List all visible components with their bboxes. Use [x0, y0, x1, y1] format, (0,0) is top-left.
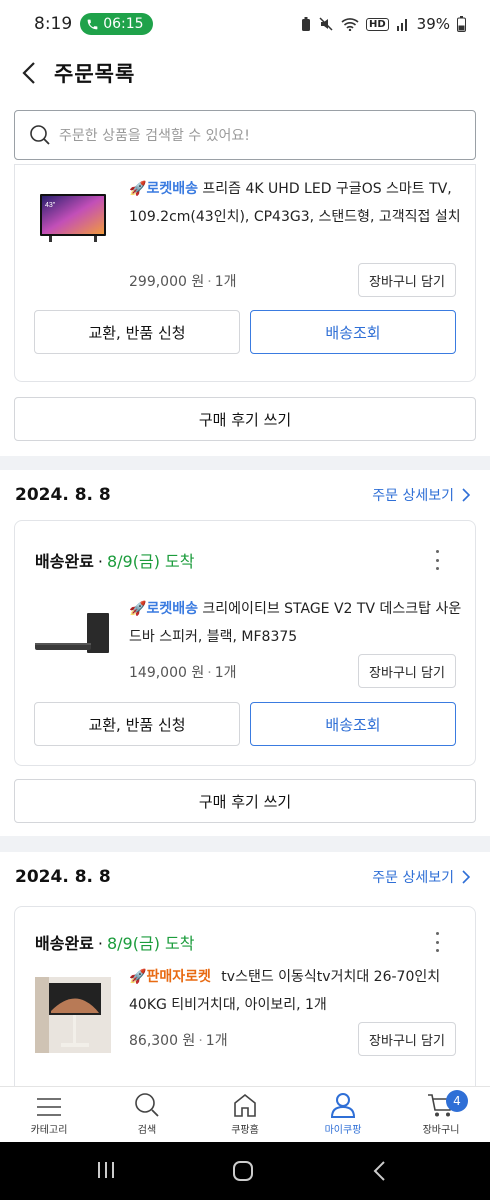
nav-label: 마이쿠팡 [324, 1125, 362, 1136]
back-arrow-icon[interactable] [16, 58, 44, 88]
delivery-status: 배송완료 · 8/9(금) 도착 [35, 934, 195, 953]
chevron-right-icon [462, 488, 470, 502]
write-review-button[interactable]: 구매 후기 쓰기 [14, 779, 476, 823]
order-detail-label: 주문 상세보기 [372, 870, 454, 886]
status-label: 배송완료 [35, 552, 94, 571]
seller-rocket-badge: 판매자로켓 [146, 969, 211, 985]
rocket-delivery-badge: 로켓배송 [146, 601, 198, 617]
exchange-return-button[interactable]: 교환, 반품 신청 [34, 310, 240, 354]
rocket-delivery-badge: 로켓배송 [146, 181, 198, 197]
rocket-icon: 🚀 [129, 969, 147, 985]
search-icon [135, 1093, 159, 1117]
search-section: 주문한 상품을 검색할 수 있어요! [0, 98, 490, 174]
product-price: 86,300 원 [129, 1033, 196, 1049]
order-search-input[interactable]: 주문한 상품을 검색할 수 있어요! [14, 110, 476, 160]
delivery-status: 배송완료 · 8/9(금) 도착 [35, 552, 195, 571]
write-review-button[interactable]: 구매 후기 쓰기 [14, 397, 476, 441]
home-icon [234, 1093, 256, 1117]
recent-apps-icon[interactable] [96, 1161, 116, 1179]
order-date: 2024. 8. 8 [15, 867, 111, 887]
battery-percent: 39% [416, 15, 450, 33]
order-group-partial: 43" 🚀로켓배송 프리즘 4K UHD LED 구글OS 스마트 TV, 10… [0, 164, 490, 456]
search-placeholder: 주문한 상품을 검색할 수 있어요! [59, 128, 250, 144]
bottom-nav: 카테고리 검색 쿠팡홈 마이쿠팡 장바구니 4 [0, 1086, 490, 1142]
order-date: 2024. 8. 8 [15, 485, 111, 505]
rocket-icon: 🚀 [129, 601, 147, 617]
battery-saver-icon [301, 16, 310, 31]
nav-label: 장바구니 [422, 1125, 460, 1136]
order-group: 2024. 8. 8 주문 상세보기 배송완료 · 8/9(금) 도착 🚀판매자로켓… [0, 852, 490, 1086]
track-delivery-button[interactable]: 배송조회 [250, 702, 456, 746]
add-to-cart-button[interactable]: 장바구니 담기 [358, 263, 456, 297]
track-delivery-button[interactable]: 배송조회 [250, 310, 456, 354]
order-detail-link[interactable]: 주문 상세보기 [372, 867, 470, 887]
cart-count-badge: 4 [446, 1090, 468, 1112]
phone-icon [87, 19, 98, 29]
call-indicator[interactable]: 06:15 [80, 13, 153, 35]
price-line: 149,000 원 · 1개 [129, 665, 237, 681]
chevron-right-icon [462, 870, 470, 884]
signal-icon [396, 19, 407, 31]
menu-icon [37, 1098, 61, 1116]
user-icon [330, 1093, 356, 1118]
system-nav-bar [0, 1142, 490, 1200]
arrival-date: 8/9(금) 도착 [106, 552, 195, 571]
product-thumbnail-tv[interactable]: 43" [39, 193, 107, 243]
price-line: 299,000 원 · 1개 [129, 274, 237, 290]
order-card: 배송완료 · 8/9(금) 도착 🚀판매자로켓 tv스탠드 이동식tv거치대 26-… [14, 906, 476, 1086]
product-qty: 1개 [214, 665, 237, 681]
status-label: 배송완료 [35, 934, 94, 953]
product-name[interactable]: 🚀판매자로켓 tv스탠드 이동식tv거치대 26-70인치 40KG 티비거치대… [129, 963, 465, 1019]
nav-label: 검색 [137, 1125, 157, 1136]
nav-label: 카테고리 [30, 1125, 68, 1136]
back-button-icon[interactable] [372, 1160, 386, 1182]
order-group: 2024. 8. 8 주문 상세보기 배송완료 · 8/9(금) 도착 🚀로켓배송 … [0, 470, 490, 836]
product-price: 299,000 원 [129, 274, 205, 290]
order-detail-link[interactable]: 주문 상세보기 [372, 485, 470, 505]
nav-my-coupang[interactable]: 마이쿠팡 [294, 1087, 392, 1142]
hd-icon: HD [365, 17, 389, 31]
product-qty: 1개 [205, 1033, 228, 1049]
exchange-return-button[interactable]: 교환, 반품 신청 [34, 702, 240, 746]
top-app-bar: 주문목록 [0, 48, 490, 98]
arrival-date: 8/9(금) 도착 [106, 934, 195, 953]
product-name[interactable]: 🚀로켓배송 크리에이티브 STAGE V2 TV 데스크탑 사운드바 스피커, … [129, 595, 465, 651]
price-line: 86,300 원 · 1개 [129, 1033, 228, 1049]
nav-label: 쿠팡홈 [231, 1125, 259, 1136]
wifi-icon [341, 18, 359, 31]
clock: 8:19 [34, 14, 73, 34]
nav-category[interactable]: 카테고리 [0, 1087, 98, 1142]
add-to-cart-button[interactable]: 장바구니 담기 [358, 654, 456, 688]
search-icon [30, 125, 50, 145]
product-name[interactable]: 🚀로켓배송 프리즘 4K UHD LED 구글OS 스마트 TV, 109.2c… [129, 175, 465, 231]
mute-icon [319, 17, 333, 31]
order-detail-label: 주문 상세보기 [372, 488, 454, 504]
product-qty: 1개 [214, 274, 237, 290]
home-button-icon[interactable] [232, 1160, 254, 1182]
page-title: 주문목록 [54, 62, 136, 86]
more-options-icon[interactable] [433, 550, 441, 570]
product-thumbnail-soundbar[interactable] [33, 609, 113, 659]
product-thumbnail-tv-stand[interactable] [35, 977, 111, 1053]
call-timer: 06:15 [103, 16, 144, 32]
order-card: 43" 🚀로켓배송 프리즘 4K UHD LED 구글OS 스마트 TV, 10… [14, 164, 476, 382]
add-to-cart-button[interactable]: 장바구니 담기 [358, 1022, 456, 1056]
nav-cart[interactable]: 장바구니 4 [392, 1087, 490, 1142]
status-bar: 8:19 06:15 HD 39% [0, 0, 490, 48]
order-card: 배송완료 · 8/9(금) 도착 🚀로켓배송 크리에이티브 STAGE V2 TV … [14, 520, 476, 766]
rocket-icon: 🚀 [129, 181, 147, 197]
product-price: 149,000 원 [129, 665, 205, 681]
battery-icon [457, 16, 466, 32]
svg-text:43": 43" [45, 202, 56, 209]
nav-search[interactable]: 검색 [98, 1087, 196, 1142]
more-options-icon[interactable] [433, 932, 441, 952]
nav-home[interactable]: 쿠팡홈 [196, 1087, 294, 1142]
